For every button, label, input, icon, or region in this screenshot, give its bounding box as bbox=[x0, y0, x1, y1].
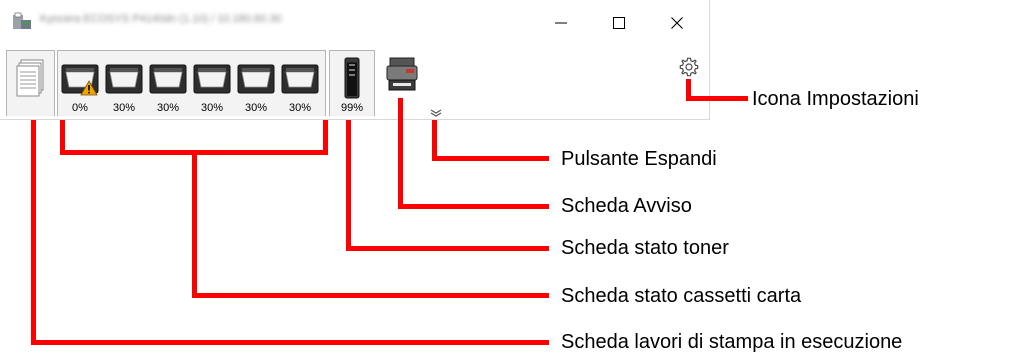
callout-line-trays bbox=[192, 293, 549, 298]
tray-percent: 30% bbox=[156, 102, 180, 114]
callout-line-print-jobs bbox=[31, 340, 549, 345]
close-icon bbox=[671, 17, 683, 29]
tab-paper-trays[interactable]: 0% 30% 30% 30% 30% 30% bbox=[57, 50, 326, 116]
close-button[interactable] bbox=[655, 8, 699, 38]
label-print-jobs-tab: Scheda lavori di stampa in esecuzione bbox=[561, 331, 903, 353]
expand-button[interactable] bbox=[430, 109, 442, 117]
callout-line-print-jobs bbox=[31, 120, 36, 345]
tray-percent: 30% bbox=[288, 102, 312, 114]
tab-print-jobs[interactable] bbox=[6, 50, 55, 116]
tray-percent: 30% bbox=[112, 102, 136, 114]
tray-percent: 0% bbox=[72, 102, 88, 114]
tray-percent: 30% bbox=[244, 102, 268, 114]
document-stack-icon bbox=[16, 59, 44, 97]
printer-device-icon bbox=[386, 57, 418, 91]
tray-item bbox=[281, 63, 319, 95]
callout-line-settings bbox=[686, 96, 748, 101]
toner-percent: 99% bbox=[340, 102, 364, 114]
tray-item bbox=[193, 63, 231, 95]
tray-item bbox=[149, 63, 187, 95]
callout-line-alert bbox=[398, 204, 549, 209]
callout-line-toner bbox=[346, 120, 351, 251]
tray-item bbox=[61, 63, 99, 96]
tray-item bbox=[105, 63, 143, 95]
label-expand-button: Pulsante Espandi bbox=[561, 148, 717, 170]
maximize-icon bbox=[613, 17, 625, 29]
label-settings-icon: Icona Impostazioni bbox=[752, 88, 919, 110]
callout-line-alert bbox=[398, 98, 403, 209]
window-title: Kyocera ECOSYS P4140dn (1.10) / 10.180.6… bbox=[40, 13, 282, 25]
label-toner-tab: Scheda stato toner bbox=[561, 237, 729, 259]
callout-line-expand bbox=[432, 120, 437, 160]
paper-tray-icon bbox=[105, 64, 143, 94]
paper-tray-icon bbox=[237, 64, 275, 94]
gear-icon[interactable] bbox=[678, 56, 700, 78]
status-monitor-window: Kyocera ECOSYS P4140dn (1.10) / 10.180.6… bbox=[0, 0, 710, 120]
paper-tray-icon bbox=[149, 64, 187, 94]
label-trays-tab: Scheda stato cassetti carta bbox=[561, 285, 802, 307]
warning-icon bbox=[80, 80, 98, 96]
title-bar[interactable]: Kyocera ECOSYS P4140dn (1.10) / 10.180.6… bbox=[0, 0, 709, 44]
label-alert-tab: Scheda Avviso bbox=[561, 195, 692, 217]
callout-line-expand bbox=[432, 156, 549, 161]
callout-line-trays bbox=[192, 150, 197, 298]
minimize-icon bbox=[555, 22, 567, 24]
tab-alert[interactable] bbox=[375, 50, 431, 116]
tab-toner-status[interactable]: 99% bbox=[329, 50, 375, 116]
paper-tray-icon bbox=[193, 64, 231, 94]
tray-item bbox=[237, 63, 275, 95]
maximize-button[interactable] bbox=[597, 8, 641, 38]
minimize-button[interactable] bbox=[539, 8, 583, 38]
tray-percent: 30% bbox=[200, 102, 224, 114]
printer-app-icon bbox=[13, 12, 31, 29]
toner-cartridge-icon bbox=[344, 57, 360, 99]
callout-line-toner bbox=[346, 246, 549, 251]
paper-tray-icon bbox=[281, 64, 319, 94]
